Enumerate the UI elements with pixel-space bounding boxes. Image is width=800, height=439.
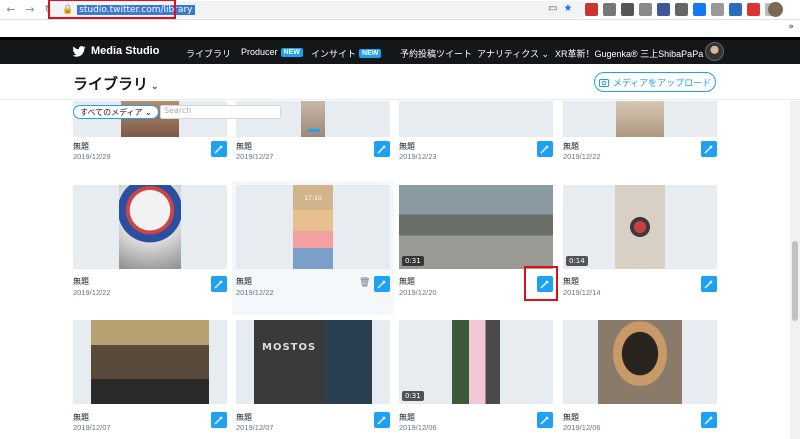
media-title: 無題 <box>73 413 89 422</box>
forward-arrow-icon[interactable]: → <box>22 2 38 18</box>
media-date: 2019/12/22 <box>563 152 601 161</box>
edit-pen-icon[interactable] <box>374 276 390 292</box>
media-date: 2019/12/22 <box>73 288 111 297</box>
trash-icon[interactable]: 🗑 <box>359 278 370 288</box>
edit-pen-icon[interactable] <box>374 412 390 428</box>
edit-pen-icon[interactable] <box>537 412 553 428</box>
media-thumbnail[interactable] <box>563 101 717 137</box>
edit-pen-icon[interactable] <box>211 276 227 292</box>
media-thumbnail[interactable]: 0:31 <box>399 185 553 269</box>
edit-pen-icon[interactable] <box>701 412 717 428</box>
nav-account[interactable]: XR革新！Gugenka® 三上ShibaPaPa ⌄ <box>555 47 713 60</box>
extension-icon[interactable] <box>585 3 598 16</box>
lock-screen-time: 17:10 <box>304 195 322 202</box>
brand-label: Media Studio <box>91 45 160 57</box>
cast-icon[interactable]: ▭ <box>548 3 557 14</box>
browser-profile-avatar[interactable] <box>768 2 783 17</box>
media-date: 2019/12/06 <box>399 423 437 432</box>
extension-icon[interactable] <box>729 3 742 16</box>
browser-toolbar: ← → ↻ 🔒 studio.twitter.com/library ▭ ★ <box>0 0 800 20</box>
extension-icon[interactable] <box>639 3 652 16</box>
scrollbar-thumb[interactable] <box>792 241 798 321</box>
extension-icon[interactable] <box>603 3 616 16</box>
video-duration: 0:31 <box>402 391 424 401</box>
extension-icon[interactable] <box>657 3 670 16</box>
nav-insights[interactable]: インサイト NEW <box>311 47 382 60</box>
media-date: 2019/12/29 <box>73 152 111 161</box>
extension-icon[interactable] <box>675 3 688 16</box>
media-title: 無題 <box>236 142 252 151</box>
upload-media-button[interactable]: メディアをアップロード <box>594 72 716 92</box>
media-title: 無題 <box>399 277 415 286</box>
media-date: 2019/12/23 <box>399 152 437 161</box>
edit-button-annotation-box <box>524 266 558 301</box>
extension-icons <box>585 3 778 16</box>
media-thumbnail[interactable] <box>73 185 227 269</box>
edit-pen-icon[interactable] <box>211 141 227 157</box>
nav-library[interactable]: ライブラリ <box>186 47 231 60</box>
new-badge: NEW <box>359 49 382 58</box>
media-title: 無題 <box>73 142 89 151</box>
media-thumbnail[interactable] <box>399 101 553 137</box>
edit-pen-icon[interactable] <box>701 276 717 292</box>
media-date: 2019/12/22 <box>236 288 274 297</box>
user-avatar[interactable] <box>705 42 724 61</box>
edit-pen-icon[interactable] <box>374 141 390 157</box>
nav-producer[interactable]: Producer NEW <box>241 47 303 57</box>
media-thumbnail[interactable]: 0:14 <box>563 185 717 269</box>
media-title: 無題 <box>399 413 415 422</box>
bookmarks-bar: » <box>0 20 800 37</box>
media-filter-dropdown[interactable]: すべてのメディア ⌄ <box>73 105 159 119</box>
extension-icon[interactable] <box>621 3 634 16</box>
media-title: 無題 <box>236 277 252 286</box>
media-thumbnail[interactable] <box>563 320 717 404</box>
extension-icon[interactable] <box>747 3 760 16</box>
hover-indicator <box>308 129 320 132</box>
library-titlebar: ライブラリ ⌄ メディアをアップロード <box>0 64 800 100</box>
media-title: 無題 <box>563 277 579 286</box>
media-date: 2019/12/07 <box>73 423 111 432</box>
edit-pen-icon[interactable] <box>701 141 717 157</box>
video-duration: 0:31 <box>402 256 424 266</box>
bookmark-star-icon[interactable]: ★ <box>563 3 572 14</box>
media-date: 2019/12/06 <box>563 423 601 432</box>
media-date: 2019/12/07 <box>236 423 274 432</box>
twitter-bird-icon <box>72 45 86 57</box>
media-title: 無題 <box>399 142 415 151</box>
video-duration: 0:14 <box>566 256 588 266</box>
media-thumbnail[interactable]: MOSTOS <box>236 320 390 404</box>
media-title: 無題 <box>563 413 579 422</box>
url-annotation-box <box>48 0 176 19</box>
media-date: 2019/12/27 <box>236 152 274 161</box>
nav-analytics[interactable]: アナリティクス ⌄ <box>477 47 549 60</box>
media-thumbnail[interactable]: 0:31 <box>399 320 553 404</box>
extension-icon[interactable] <box>693 3 706 16</box>
edit-pen-icon[interactable] <box>211 412 227 428</box>
brand[interactable]: Media Studio <box>72 45 159 57</box>
media-title: 無題 <box>563 142 579 151</box>
media-thumbnail[interactable] <box>73 320 227 404</box>
extension-icon[interactable] <box>711 3 724 16</box>
new-badge: NEW <box>280 47 303 57</box>
media-date: 2019/12/20 <box>399 288 437 297</box>
media-title: 無題 <box>73 277 89 286</box>
game-logo-text: MOSTOS <box>262 342 317 353</box>
search-input[interactable]: Search <box>160 105 281 119</box>
page-scrollbar[interactable] <box>790 101 800 439</box>
upload-icon <box>598 78 609 87</box>
media-studio-header: Media Studio ライブラリ Producer NEW インサイト NEW … <box>0 40 800 64</box>
media-title: 無題 <box>236 413 252 422</box>
nav-scheduled-tweets[interactable]: 予約投稿ツイート <box>400 47 472 60</box>
media-thumbnail[interactable]: 17:10 <box>236 185 390 269</box>
media-grid: 無題 2019/12/29 無題 2019/12/27 無題 2019/12/2… <box>0 101 790 439</box>
edit-pen-icon[interactable] <box>537 141 553 157</box>
chevron-right-icon[interactable]: » <box>788 22 794 32</box>
page-title[interactable]: ライブラリ ⌄ <box>73 73 159 94</box>
back-arrow-icon[interactable]: ← <box>3 2 19 18</box>
media-date: 2019/12/14 <box>563 288 601 297</box>
chevron-down-icon: ⌄ <box>151 81 159 91</box>
